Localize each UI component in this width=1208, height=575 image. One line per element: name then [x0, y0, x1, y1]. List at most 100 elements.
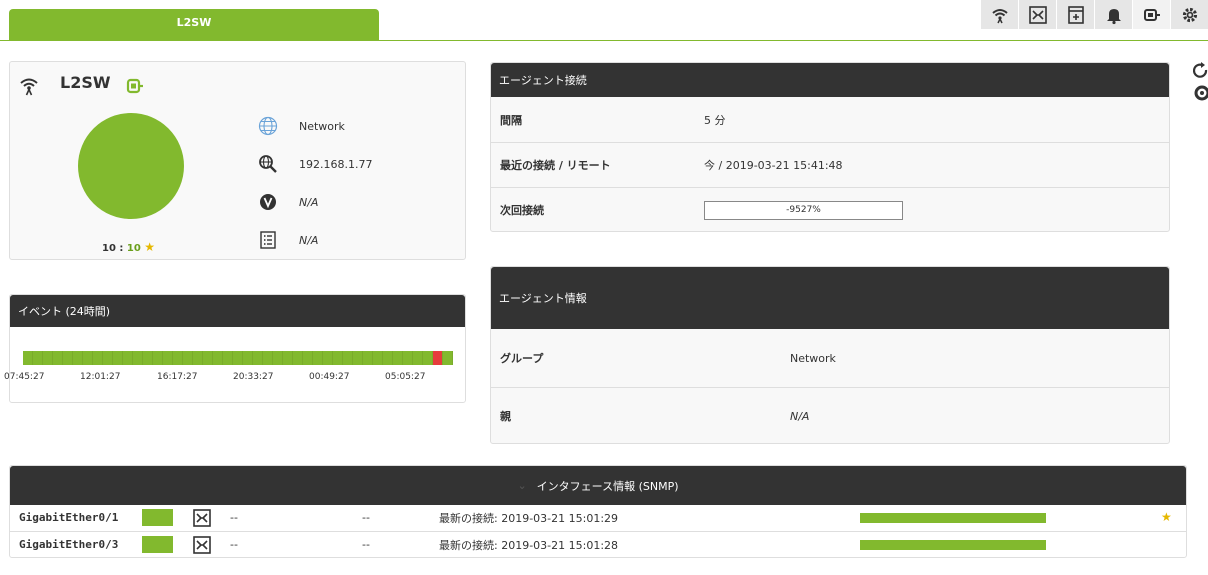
event-segment: [183, 351, 193, 365]
interfaces-header[interactable]: ⌄ インタフェース情報 (SNMP): [10, 466, 1186, 505]
globe-icon: [258, 116, 278, 136]
event-segment: [293, 351, 303, 365]
event-segment: [213, 351, 223, 365]
wifi-icon[interactable]: [980, 0, 1018, 29]
toolbar: [980, 0, 1208, 29]
event-segment: [433, 351, 443, 365]
refresh-icon[interactable]: [1192, 62, 1208, 102]
agent-group: Network: [299, 119, 345, 133]
event-segment: [343, 351, 353, 365]
agent-description-row: N/A: [258, 228, 318, 252]
archive-icon[interactable]: [1056, 0, 1094, 29]
interface-name: GigabitEther0/1: [19, 511, 119, 524]
interface-last-contact: 最新の接続: 2019-03-21 15:01:28: [439, 539, 619, 552]
event-segment: [423, 351, 433, 365]
version-icon: [258, 192, 278, 212]
gear-icon[interactable]: [1170, 0, 1208, 29]
event-segment: [253, 351, 263, 365]
agent-info-title: エージェント情報: [491, 267, 1169, 329]
interval-row: 間隔 5 分: [491, 97, 1169, 142]
event-segment: [73, 351, 83, 365]
group-value: Network: [790, 351, 836, 365]
events-panel: イベント (24時間) 07:45:27 12:01:27 16:17:27 2…: [4, 294, 466, 403]
event-segment: [163, 351, 173, 365]
last-contact-row: 最近の接続 / リモート 今 / 2019-03-21 15:41:48: [491, 142, 1169, 187]
next-contact-label: 次回接続: [500, 204, 544, 217]
event-segment: [233, 351, 243, 365]
interval-label: 間隔: [500, 113, 522, 127]
event-segment: [113, 351, 123, 365]
event-segment: [353, 351, 363, 365]
event-graph: [23, 351, 453, 365]
last-contact-label: 最近の接続 / リモート: [500, 159, 611, 172]
interface-icon[interactable]: [1018, 0, 1056, 29]
event-segment: [443, 351, 453, 365]
event-segment: [273, 351, 283, 365]
event-segment: [243, 351, 253, 365]
event-segment: [333, 351, 343, 365]
agent-name: L2SW: [60, 73, 111, 92]
agent-group-row: Network: [258, 114, 345, 138]
agent-version: N/A: [299, 195, 319, 209]
event-segment: [203, 351, 213, 365]
event-segment: [83, 351, 93, 365]
tab-l2sw[interactable]: L2SW: [9, 9, 379, 41]
connection-title: エージェント接続: [491, 63, 1169, 97]
time-label: 07:45:27: [4, 372, 45, 382]
interface-col2: --: [362, 511, 370, 524]
event-segment: [23, 351, 33, 365]
event-segment: [383, 351, 393, 365]
event-segment: [53, 351, 63, 365]
group-row: グループ Network: [491, 329, 1169, 387]
agent-info-panel: エージェント情報 グループ Network 親 N/A: [490, 266, 1170, 444]
last-contact-value: 今 / 2019-03-21 15:41:48: [704, 159, 843, 172]
event-segment: [283, 351, 293, 365]
interface-col1: --: [230, 538, 238, 551]
interface-status: [142, 509, 173, 526]
group-label: グループ: [500, 352, 544, 365]
interface-icon: [192, 535, 212, 555]
side-actions: [1192, 62, 1208, 105]
time-label: 20:33:27: [233, 372, 274, 382]
module-score: 10 : 10 ★: [102, 240, 156, 254]
event-segment: [313, 351, 323, 365]
network-search-icon: [258, 154, 278, 174]
interval-value: 5 分: [704, 113, 726, 127]
event-segment: [43, 351, 53, 365]
event-segment: [403, 351, 413, 365]
score-ok: 10: [126, 243, 141, 254]
agent-status-icon: [126, 77, 144, 98]
event-segment: [153, 351, 163, 365]
time-label: 00:49:27: [309, 372, 350, 382]
parent-row: 親 N/A: [491, 387, 1169, 444]
event-segment: [123, 351, 133, 365]
event-segment: [323, 351, 333, 365]
agent-connection-panel: エージェント接続 間隔 5 分 最近の接続 / リモート 今 / 2019-03…: [490, 62, 1170, 232]
interface-status: [142, 536, 173, 553]
list-icon: [258, 230, 278, 250]
agent-status-icon[interactable]: [1132, 0, 1170, 29]
event-segment: [63, 351, 73, 365]
time-label: 12:01:27: [80, 372, 121, 382]
time-label: 05:05:27: [385, 372, 426, 382]
star-icon: ★: [144, 240, 156, 254]
next-contact-row: 次回接続 -9527%: [491, 187, 1169, 232]
interface-col1: --: [230, 511, 238, 524]
interface-status-bar: [860, 540, 1046, 550]
agent-ip-row: 192.168.1.77: [258, 152, 372, 176]
interfaces-title: インタフェース情報 (SNMP): [536, 479, 679, 493]
interfaces-panel: ⌄ インタフェース情報 (SNMP) GigabitEther0/1 -- --…: [9, 465, 1187, 558]
event-segment: [193, 351, 203, 365]
interface-row: GigabitEther0/1 -- -- 最新の接続: 2019-03-21 …: [10, 505, 1186, 531]
chevron-down-icon: ⌄: [517, 479, 527, 492]
interface-col2: --: [362, 538, 370, 551]
agent-ip: 192.168.1.77: [299, 157, 373, 171]
event-segment: [133, 351, 143, 365]
bell-icon[interactable]: [1094, 0, 1132, 29]
event-segment: [363, 351, 373, 365]
event-segment: [373, 351, 383, 365]
interface-icon: [192, 508, 212, 528]
event-segment: [303, 351, 313, 365]
interface-last-contact: 最新の接続: 2019-03-21 15:01:29: [439, 512, 619, 525]
star-icon: ★: [1161, 510, 1172, 524]
